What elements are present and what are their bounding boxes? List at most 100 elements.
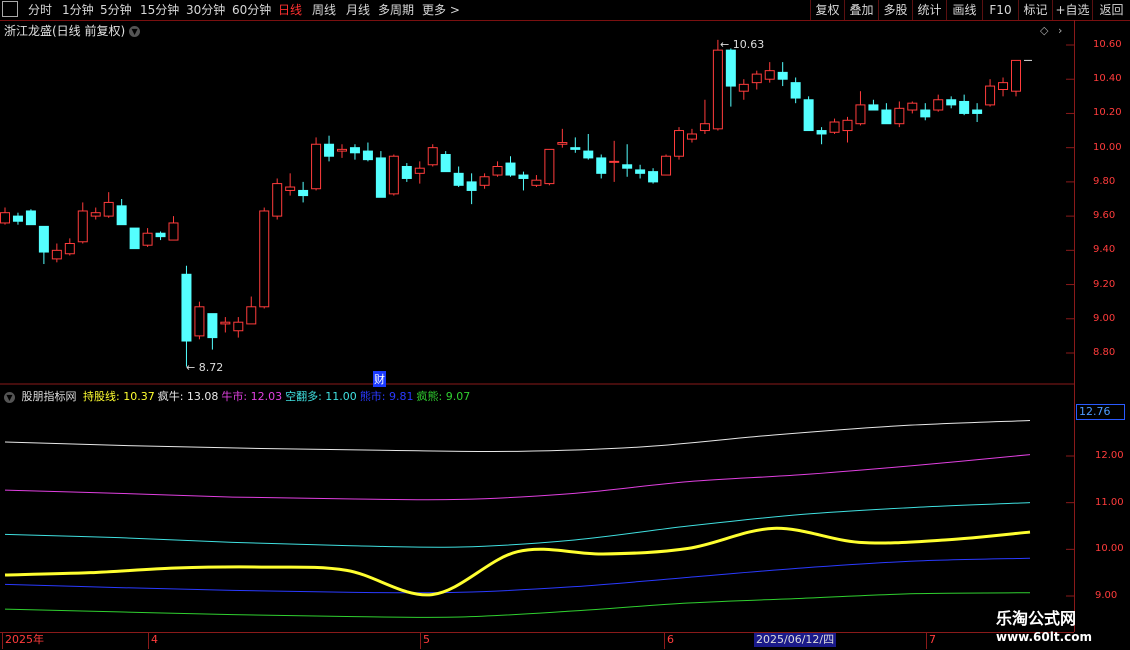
watermark: 乐淘公式网 www.60lt.com	[996, 610, 1092, 646]
candle-down	[518, 174, 529, 179]
candle-up	[337, 148, 347, 152]
candle-up	[609, 160, 620, 163]
candle-down	[959, 100, 970, 114]
chevron-down-icon[interactable]: ▼	[4, 391, 15, 403]
candle-up	[388, 155, 399, 195]
candle-up	[220, 321, 231, 325]
price-tick: 9.40	[1093, 244, 1116, 256]
candle-up	[311, 143, 322, 190]
candle-down	[725, 49, 736, 87]
candle-up	[285, 186, 296, 191]
candle-up	[985, 85, 996, 106]
candle-up	[829, 121, 840, 133]
candle-down	[25, 210, 36, 226]
price-tick: 9.80	[1093, 175, 1116, 187]
candle-up	[699, 123, 710, 132]
price-tick: 10.20	[1093, 107, 1122, 119]
candle-down	[790, 82, 801, 99]
price-tick: 9.20	[1093, 278, 1116, 290]
indicator-line	[4, 557, 1031, 594]
candle-up	[77, 210, 88, 243]
price-axis: 12.76 10.60 10.40 10.20 10.00 9.80 9.60 9.40 9.…	[1074, 20, 1130, 632]
candle-down	[116, 205, 127, 226]
indicator-legend-item: 持股线: 10.37	[83, 390, 155, 403]
chevron-right-icon[interactable]: ›	[1058, 24, 1062, 37]
candle-up	[479, 176, 490, 186]
indicator-tick: 9.00	[1095, 590, 1118, 601]
candle-down	[349, 147, 360, 154]
candle-up	[907, 102, 918, 111]
watermark-url: www.60lt.com	[996, 630, 1093, 644]
candle-up	[427, 147, 438, 166]
price-tick: 10.00	[1093, 141, 1122, 153]
candle-up	[686, 133, 697, 140]
candle-up	[414, 167, 425, 174]
candle-down	[635, 169, 646, 174]
candle-down	[12, 215, 23, 222]
time-axis-label: 4	[148, 633, 158, 649]
candle-down	[129, 227, 140, 250]
indicator-line	[4, 420, 1031, 453]
candle-down	[38, 225, 49, 253]
candle-up	[90, 212, 101, 217]
candle-up	[492, 165, 503, 176]
candle-up	[168, 222, 179, 241]
candle-up	[272, 183, 283, 217]
candle-up	[738, 83, 749, 92]
candle-down	[920, 109, 931, 118]
candle-up	[933, 99, 944, 111]
low-annotation: ← 8.72	[186, 361, 224, 374]
indicator-line	[4, 592, 1031, 618]
candle-up	[751, 73, 762, 84]
diamond-icon[interactable]: ◇	[1040, 24, 1048, 37]
high-value: 10.63	[732, 38, 765, 51]
candle-down	[401, 165, 412, 179]
indicator-line	[4, 502, 1031, 548]
candle-down	[648, 171, 659, 183]
candle-down	[596, 157, 607, 174]
indicator-tick: 12.00	[1095, 450, 1124, 461]
cursor-date: 2025/06/12/四	[754, 633, 837, 647]
candle-down	[570, 147, 581, 150]
candle-down	[622, 164, 633, 169]
indicator-legend-item: 牛市: 12.03	[221, 390, 283, 403]
candle-up	[246, 306, 257, 325]
candle-up	[233, 321, 244, 332]
candle-down	[181, 273, 192, 342]
candle-down	[155, 232, 166, 238]
candle-down	[583, 150, 594, 159]
candle-down	[207, 313, 218, 339]
candle-up	[894, 107, 905, 125]
price-tick: 8.80	[1093, 347, 1116, 358]
candle-down	[777, 71, 788, 80]
finance-marker[interactable]: 财	[373, 371, 386, 387]
candle-down	[816, 130, 827, 135]
indicator-legend-item: 空翻多: 11.00	[285, 390, 357, 403]
candle-down	[505, 162, 516, 176]
indicator-name[interactable]: 股朋指标网	[22, 390, 77, 403]
candle-down	[375, 157, 386, 198]
candle-up	[712, 49, 723, 130]
indicator-legend-item: 疯熊: 9.07	[416, 390, 471, 403]
time-axis-label: 7	[926, 633, 936, 649]
time-axis-label: 6	[664, 633, 674, 649]
time-axis-label: 2025年	[2, 633, 44, 649]
chart-canvas[interactable]	[0, 0, 1074, 632]
low-value: 8.72	[198, 361, 224, 374]
indicator-current-value: 12.76	[1076, 404, 1125, 420]
candle-down	[466, 181, 477, 191]
indicator-legend-item: 熊市: 9.81	[359, 390, 414, 403]
candle-up	[194, 306, 205, 337]
candle-down	[868, 104, 879, 111]
candle-down	[946, 99, 957, 106]
candle-down	[362, 150, 373, 161]
indicator-line	[4, 454, 1031, 501]
candle-up	[764, 70, 775, 80]
candle-down	[972, 109, 983, 114]
candle-up	[51, 249, 62, 260]
candle-up	[557, 142, 568, 145]
candle-up	[531, 179, 542, 186]
candle-up	[661, 155, 672, 176]
candle-down	[803, 99, 814, 132]
toolbar-button[interactable]: 返回	[1092, 0, 1130, 20]
